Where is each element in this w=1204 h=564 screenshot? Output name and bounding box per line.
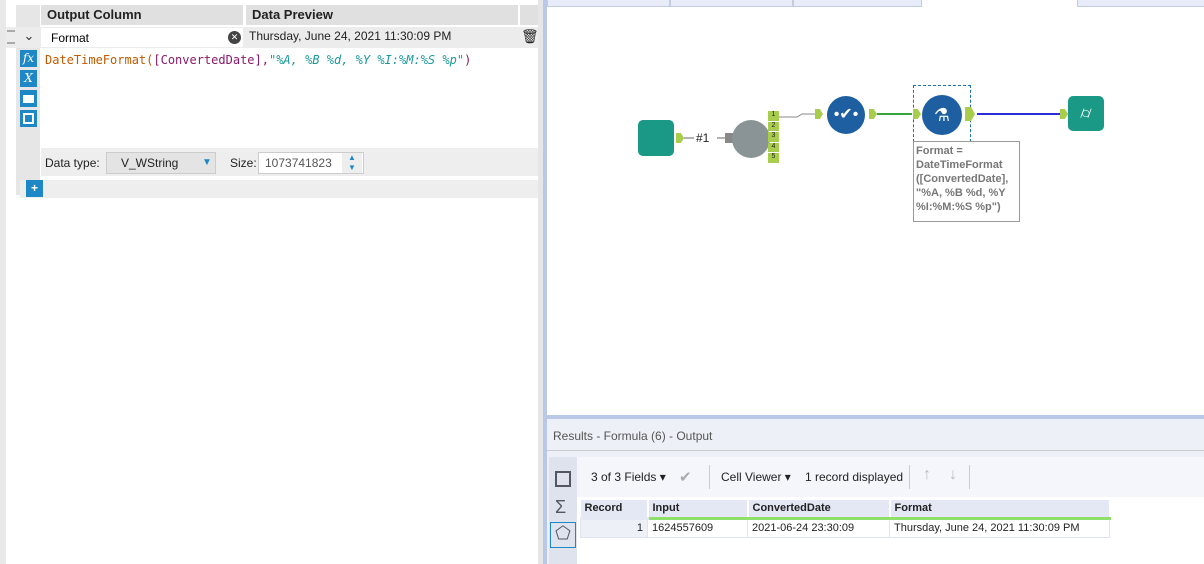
variable-x-icon[interactable]: X [20,70,37,87]
viewer-label: Cell Viewer [721,470,782,484]
python-tool-icon[interactable] [732,120,770,158]
header-output-column: Output Column [41,5,243,25]
dropdown-arrow-icon: ▼ [202,157,212,168]
expr-string: "%A, %B %d, %Y %I:%M:%S %p" [268,53,465,67]
size-label: Size: [230,156,257,170]
results-table: Record Input ConvertedDate Format 1 1624… [580,500,1111,538]
results-title: Results - Formula (6) - Output [547,419,1204,451]
collapse-chevron-icon[interactable]: ⌄ [20,28,38,46]
open-folder-icon[interactable] [20,90,37,107]
output-anchor-5[interactable]: 5 [768,153,779,163]
column-header-converteddate[interactable]: ConvertedDate [747,500,891,520]
tag-shape-icon[interactable]: ⬠ [550,522,576,548]
results-grid-area: Record Input ConvertedDate Format 1 1624… [577,497,1204,564]
drag-handle-icon[interactable] [7,30,15,44]
results-toolbar: 3 of 3 Fields ▾ ✔ Cell Viewer ▾ 1 record… [577,457,1204,497]
output-anchor-4[interactable]: 4 [768,142,779,152]
data-preview-value: Thursday, June 24, 2021 11:30:09 PM [249,29,452,43]
output-anchor-1[interactable]: 1 [768,111,779,121]
expr-comma: , [261,53,269,67]
cell-viewer-dropdown[interactable]: Cell Viewer ▾ [721,470,791,484]
records-displayed: 1 record displayed [805,470,904,484]
header-data-preview: Data Preview [246,5,518,25]
divider [909,465,910,489]
add-row [20,180,538,198]
data-type-select[interactable]: V_WString ▼ [106,152,216,174]
save-disk-icon[interactable] [20,110,37,127]
python-outputs: 1 2 3 4 5 [768,111,779,163]
select-tool-icon[interactable]: •✔• [827,96,865,134]
column-header-record[interactable]: Record [580,500,649,520]
connection-label: #1 [696,131,710,145]
panel-splitter[interactable] [538,0,545,564]
cell-record[interactable]: 1 [580,517,648,538]
expr-close: ) [464,53,472,67]
fields-label: 3 of 3 Fields [591,470,657,484]
formula-tool-icon[interactable]: ⚗ [922,95,962,135]
input-data-tool-icon[interactable] [638,120,674,156]
size-stepper[interactable]: ▲ ▼ [342,153,362,173]
divider [709,465,710,489]
sigma-icon[interactable]: Σ [555,497,571,518]
results-panel: Results - Formula (6) - Output Σ ⬠ 3 of … [545,415,1204,564]
arrow-up-icon[interactable]: ↑ [923,466,931,484]
output-anchor-2[interactable]: 2 [768,121,779,131]
expression-editor[interactable]: DateTimeFormat([ConvertedDate],"%A, %B %… [41,48,538,148]
data-type-value: V_WString [121,156,179,170]
tool-annotation: Format = DateTimeFormat ([ConvertedDate]… [913,141,1020,222]
cell-converteddate[interactable]: 2021-06-24 23:30:09 [747,517,890,538]
cell-format[interactable]: Thursday, June 24, 2021 11:30:09 PM [889,517,1110,538]
workflow-canvas[interactable]: #1 1 2 3 4 5 •✔• ⚗ Format = DateTimeForm… [545,0,1204,415]
delete-trash-icon[interactable]: 🗑 [521,28,539,45]
add-formula-button[interactable]: + [26,180,43,197]
table-row: 1 1624557609 2021-06-24 23:30:09 Thursda… [580,517,1110,538]
browse-binoculars-icon[interactable]: ⌭ [1068,96,1104,131]
arrow-down-icon[interactable]: ↓ [949,466,957,484]
fields-dropdown[interactable]: 3 of 3 Fields ▾ [591,470,666,484]
expr-function: DateTimeFormat( [45,53,154,67]
expr-field: [ConvertedDate] [153,53,262,67]
column-header-format[interactable]: Format [889,500,1111,520]
column-header-input[interactable]: Input [647,500,749,520]
formula-config-panel: Output Column Data Preview ⌄ ✕ Thursday,… [0,0,539,564]
results-sidebar: Σ ⬠ [549,457,577,564]
function-fx-icon[interactable]: fx [20,50,37,67]
header-spacer [520,5,538,25]
connection-line [777,113,815,118]
table-view-icon[interactable] [555,471,571,487]
clear-icon[interactable]: ✕ [228,31,241,44]
output-anchor-3[interactable]: 3 [768,132,779,142]
data-type-label: Data type: [45,156,100,170]
cell-input[interactable]: 1624557609 [647,517,748,538]
output-column-input[interactable] [41,28,243,47]
apply-check-icon[interactable]: ✔ [679,468,692,486]
connections [683,113,1060,139]
divider [969,465,970,489]
